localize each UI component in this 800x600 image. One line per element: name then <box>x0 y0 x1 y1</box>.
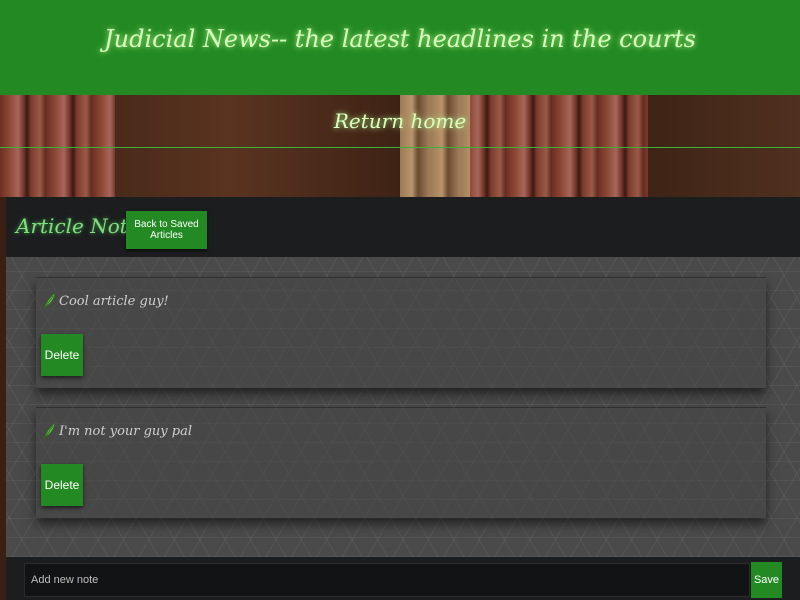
return-home-bar: Return home <box>0 95 800 148</box>
notes-list: Cool article guy! Delete I'm not your gu… <box>6 257 800 557</box>
new-note-input[interactable] <box>24 563 750 597</box>
note-item: I'm not your guy pal Delete <box>36 407 766 518</box>
note-text-row: I'm not your guy pal <box>42 422 192 440</box>
note-text: I'm not your guy pal <box>59 423 193 439</box>
delete-note-button[interactable]: Delete <box>41 334 83 376</box>
back-to-saved-articles-button[interactable]: Back to Saved Articles <box>126 211 207 249</box>
save-note-button[interactable]: Save <box>751 562 782 598</box>
leaf-icon <box>42 422 56 440</box>
note-text: Cool article guy! <box>59 293 169 309</box>
delete-note-button[interactable]: Delete <box>41 464 83 506</box>
notes-panel: Article Notes: Back to Saved Articles Co… <box>6 197 800 600</box>
note-item: Cool article guy! Delete <box>36 277 766 388</box>
site-header: Judicial News-- the latest headlines in … <box>0 0 800 95</box>
return-home-link[interactable]: Return home <box>334 109 466 133</box>
leaf-icon <box>42 292 56 310</box>
site-title: Judicial News-- the latest headlines in … <box>104 24 696 53</box>
note-text-row: Cool article guy! <box>42 292 169 310</box>
panel-header: Article Notes: Back to Saved Articles <box>6 197 800 258</box>
new-note-bar: Save <box>6 557 800 600</box>
